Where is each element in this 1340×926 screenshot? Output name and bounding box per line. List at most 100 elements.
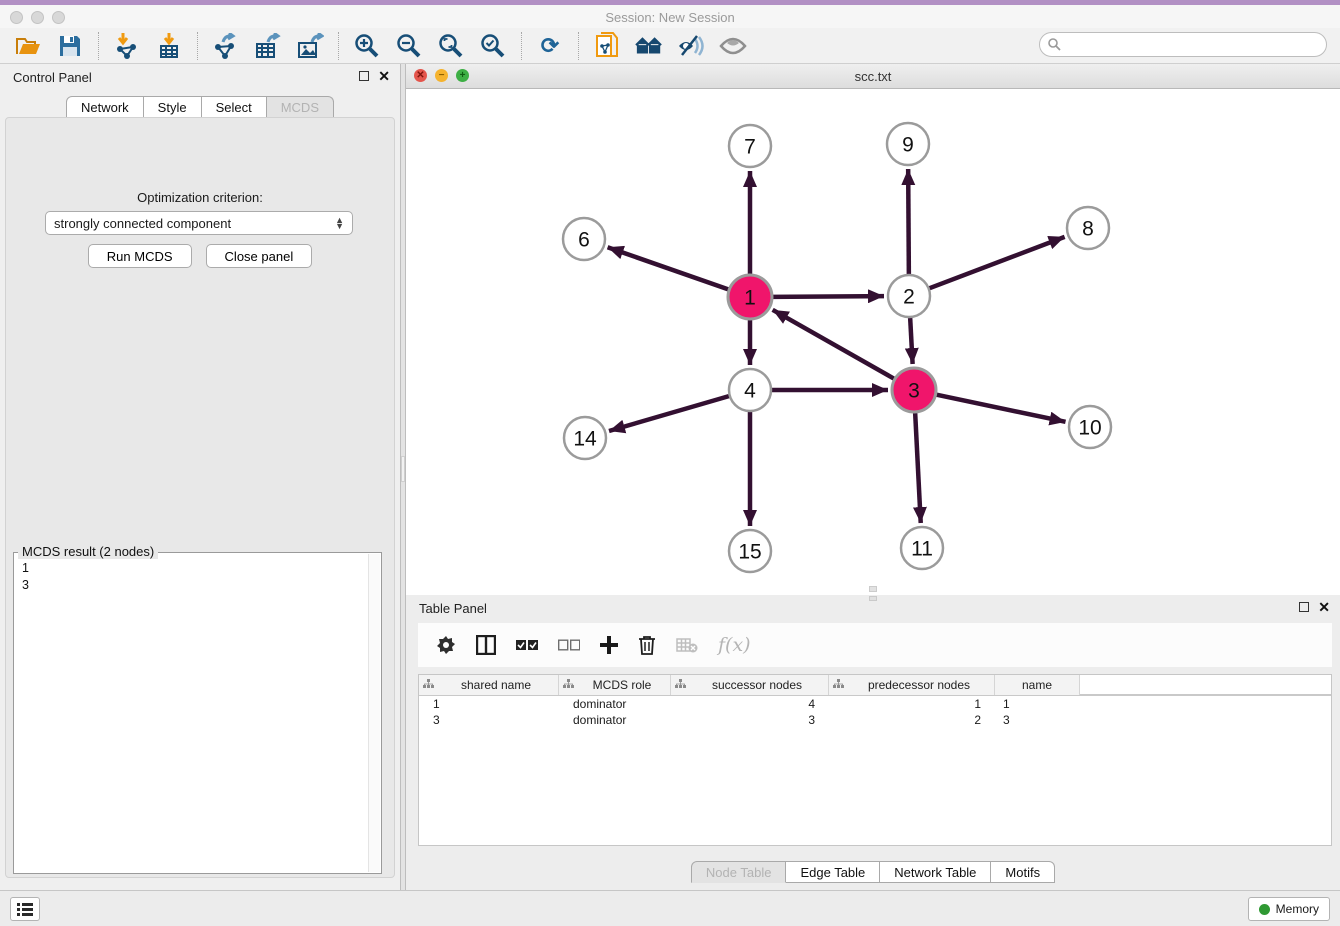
float-panel-icon[interactable] xyxy=(359,71,369,81)
show-graphics-icon[interactable] xyxy=(719,32,747,60)
edge-1-2[interactable] xyxy=(773,296,884,297)
result-scrollbar[interactable] xyxy=(368,554,380,872)
svg-text:6: 6 xyxy=(578,229,590,252)
tab-network-table[interactable]: Network Table xyxy=(880,861,991,883)
zoom-fit-icon[interactable] xyxy=(437,32,465,60)
table-row[interactable]: 1dominator411 xyxy=(419,696,1331,712)
search-input[interactable] xyxy=(1039,32,1327,57)
open-session-icon[interactable] xyxy=(14,32,42,60)
edge-3-11[interactable] xyxy=(915,413,921,523)
graph-node-8[interactable]: 8 xyxy=(1067,207,1109,249)
export-table-icon[interactable] xyxy=(254,32,282,60)
select-stepper-icon: ▲▼ xyxy=(335,217,344,229)
column-header-MCDS-role[interactable]: MCDS role xyxy=(559,675,671,695)
graph-node-15[interactable]: 15 xyxy=(729,530,771,572)
column-header-predecessor-nodes[interactable]: predecessor nodes xyxy=(829,675,995,695)
table-cell[interactable]: 1 xyxy=(995,696,1080,712)
close-table-panel-icon[interactable]: ✕ xyxy=(1318,600,1330,614)
table-cell[interactable]: 1 xyxy=(829,696,995,712)
graph-node-10[interactable]: 10 xyxy=(1069,406,1111,448)
canvas-resize-handle[interactable] xyxy=(869,586,877,592)
svg-text:15: 15 xyxy=(738,541,761,564)
export-image-icon[interactable] xyxy=(296,32,324,60)
graph-node-9[interactable]: 9 xyxy=(887,123,929,165)
graph-node-3[interactable]: 3 xyxy=(892,368,936,412)
graph-node-11[interactable]: 11 xyxy=(901,527,943,569)
import-network-icon[interactable] xyxy=(113,32,141,60)
edge-4-14[interactable] xyxy=(609,396,729,431)
tab-mcds[interactable]: MCDS xyxy=(267,96,334,118)
zoom-selected-icon[interactable] xyxy=(479,32,507,60)
network-window-titlebar: ✕ − + scc.txt xyxy=(406,64,1340,89)
edge-2-9[interactable] xyxy=(908,169,909,274)
new-network-icon[interactable] xyxy=(593,32,621,60)
delete-column-icon[interactable] xyxy=(638,635,656,655)
close-panel-button[interactable]: Close panel xyxy=(206,244,313,268)
select-all-icon[interactable] xyxy=(516,639,538,651)
search-field[interactable] xyxy=(1039,32,1327,57)
column-header-shared-name[interactable]: shared name xyxy=(419,675,559,695)
table-cell[interactable]: dominator xyxy=(559,696,671,712)
graph-node-2[interactable]: 2 xyxy=(888,275,930,317)
save-session-icon[interactable] xyxy=(56,32,84,60)
memory-label: Memory xyxy=(1276,902,1319,916)
close-panel-icon[interactable]: ✕ xyxy=(378,69,390,83)
memory-button[interactable]: Memory xyxy=(1248,897,1330,921)
tab-network[interactable]: Network xyxy=(66,96,144,118)
apply-layout-icon[interactable]: ⟳ xyxy=(536,32,564,60)
column-header-successor-nodes[interactable]: successor nodes xyxy=(671,675,829,695)
edge-3-1[interactable] xyxy=(773,310,894,379)
hide-style-icon[interactable] xyxy=(677,32,705,60)
table-cell[interactable]: 4 xyxy=(671,696,829,712)
svg-text:7: 7 xyxy=(744,136,756,159)
add-column-icon[interactable] xyxy=(600,636,618,654)
table-cell[interactable]: 3 xyxy=(671,712,829,728)
control-panel-header: Control Panel ✕ xyxy=(0,64,400,90)
hierarchy-icon xyxy=(423,678,438,692)
tab-select[interactable]: Select xyxy=(202,96,267,118)
table-tabbar: Node TableEdge TableNetwork TableMotifs xyxy=(406,861,1340,883)
deselect-all-icon[interactable] xyxy=(558,639,580,651)
table-cell[interactable]: 2 xyxy=(829,712,995,728)
search-icon xyxy=(1047,37,1061,56)
tab-style[interactable]: Style xyxy=(144,96,202,118)
graph-node-6[interactable]: 6 xyxy=(563,218,605,260)
task-history-button[interactable] xyxy=(10,897,40,921)
edge-2-8[interactable] xyxy=(930,237,1065,288)
network-window-title: scc.txt xyxy=(406,69,1340,84)
import-table-icon[interactable] xyxy=(155,32,183,60)
zoom-out-icon[interactable] xyxy=(395,32,423,60)
optimization-criterion-label: Optimization criterion: xyxy=(6,190,394,205)
graph-node-1[interactable]: 1 xyxy=(728,275,772,319)
network-view-window: ✕ − + scc.txt 7 9 6 8 1 2 4 3 14 10 15 11 xyxy=(406,64,1340,595)
edge-3-10[interactable] xyxy=(937,395,1066,422)
tab-node-table[interactable]: Node Table xyxy=(691,861,787,883)
show-columns-icon[interactable] xyxy=(476,635,496,655)
show-all-icon[interactable] xyxy=(635,32,663,60)
graph-node-7[interactable]: 7 xyxy=(729,125,771,167)
node-table[interactable]: shared nameMCDS rolesuccessor nodesprede… xyxy=(418,674,1332,846)
export-network-icon[interactable] xyxy=(212,32,240,60)
edge-1-6[interactable] xyxy=(608,247,729,289)
task-list-icon xyxy=(17,902,33,916)
table-row[interactable]: 3dominator323 xyxy=(419,712,1331,728)
optimization-criterion-select[interactable]: strongly connected component ▲▼ xyxy=(45,211,353,235)
hierarchy-icon xyxy=(675,678,690,692)
table-settings-icon[interactable] xyxy=(436,635,456,655)
zoom-in-icon[interactable] xyxy=(353,32,381,60)
run-mcds-button[interactable]: Run MCDS xyxy=(88,244,192,268)
table-cell[interactable]: dominator xyxy=(559,712,671,728)
table-cell[interactable]: 1 xyxy=(419,696,559,712)
graph-node-14[interactable]: 14 xyxy=(564,417,606,459)
table-cell[interactable]: 3 xyxy=(419,712,559,728)
graph-node-4[interactable]: 4 xyxy=(729,369,771,411)
tab-edge-table[interactable]: Edge Table xyxy=(786,861,880,883)
splitter-handle[interactable] xyxy=(401,456,405,482)
network-graph[interactable]: 7 9 6 8 1 2 4 3 14 10 15 11 xyxy=(406,89,1340,594)
edge-2-3[interactable] xyxy=(910,318,912,364)
table-cell[interactable]: 3 xyxy=(995,712,1080,728)
tab-motifs[interactable]: Motifs xyxy=(991,861,1055,883)
float-table-panel-icon[interactable] xyxy=(1299,602,1309,612)
column-header-name[interactable]: name xyxy=(995,675,1080,695)
network-canvas[interactable]: 7 9 6 8 1 2 4 3 14 10 15 11 xyxy=(406,89,1340,594)
